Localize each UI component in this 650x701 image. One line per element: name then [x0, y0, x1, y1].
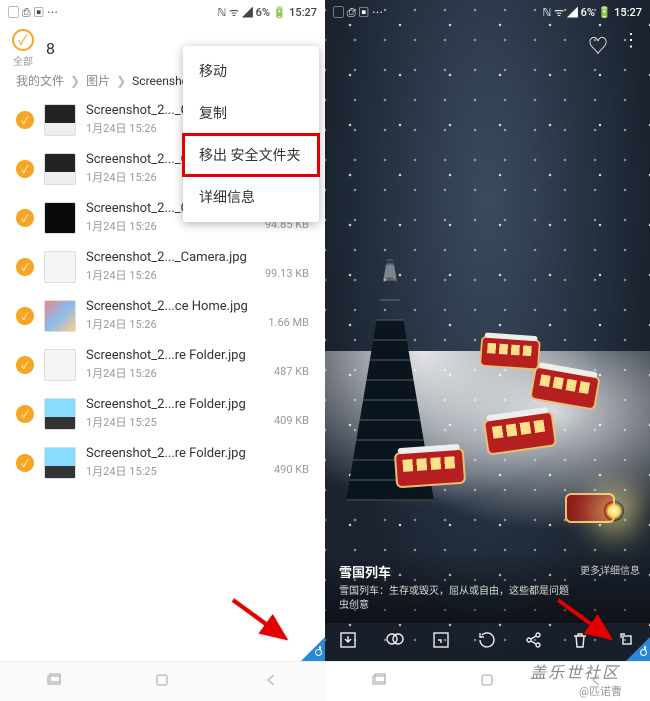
row-checkbox[interactable]: ✓	[16, 258, 34, 276]
navigation-bar	[0, 661, 325, 701]
favorite-icon[interactable]: ♡	[588, 30, 608, 59]
file-info: Screenshot_2...re Folder.jpg 1月24日 15:26 4…	[86, 348, 309, 381]
status-right: ℕ ᯤ ◢ 6% 🔋 15:27	[218, 4, 317, 20]
top-actions: ♡ ⋮	[588, 30, 640, 59]
file-info: Screenshot_2...re Folder.jpg 1月24日 15:25 4…	[86, 446, 309, 479]
file-size: 99.13 KB	[265, 267, 309, 283]
file-row[interactable]: ✓ Screenshot_2...re Folder.jpg 1月24日 15:25…	[0, 389, 325, 438]
select-all-label: 全部	[13, 53, 33, 68]
file-info: Screenshot_2...re Folder.jpg 1月24日 15:25 4…	[86, 397, 309, 430]
menu-move[interactable]: 移动	[183, 50, 319, 92]
home-button[interactable]	[480, 672, 494, 691]
breadcrumb-pictures[interactable]: 图片	[86, 72, 110, 89]
history-icon[interactable]	[477, 630, 497, 654]
recents-button[interactable]	[372, 672, 386, 691]
file-thumbnail	[44, 349, 76, 381]
file-date: 1月24日 15:25	[86, 463, 157, 479]
home-button[interactable]	[155, 672, 169, 691]
file-row[interactable]: ✓ Screenshot_2...re Folder.jpg 1月24日 15:26…	[0, 340, 325, 389]
menu-copy[interactable]: 复制	[183, 92, 319, 134]
file-row[interactable]: ✓ Screenshot_2...ce Home.jpg 1月24日 15:26 1.…	[0, 291, 325, 340]
file-date: 1月24日 15:26	[86, 267, 157, 283]
file-date: 1月24日 15:26	[86, 218, 157, 234]
save-icon[interactable]	[338, 630, 358, 654]
watermark-text: 盖乐世社区	[530, 659, 620, 683]
status-left: ▢ ⎙ ▣ ⋯	[8, 4, 58, 20]
watermark-author: @匹诺曹	[579, 683, 622, 699]
status-left: ▢ ⎙ ▣ ⋯	[333, 4, 383, 20]
share-icon[interactable]	[524, 630, 544, 654]
selected-count: 8	[46, 39, 55, 58]
status-bar: ▢ ⎙ ▣ ⋯ ℕ ᯤ ◢ 6% 🔋 15:27	[325, 0, 650, 24]
left-screenshot: ▢ ⎙ ▣ ⋯ ℕ ᯤ ◢ 6% 🔋 15:27 ✓ 全部 8 我的文件 ❯ 图…	[0, 0, 325, 701]
row-checkbox[interactable]: ✓	[16, 209, 34, 227]
file-date: 1月24日 15:26	[86, 365, 157, 381]
file-date: 1月24日 15:25	[86, 414, 157, 430]
chevron-right-icon: ❯	[116, 74, 126, 88]
row-checkbox[interactable]: ✓	[16, 356, 34, 374]
file-thumbnail	[44, 398, 76, 430]
more-icon[interactable]: ⋮	[622, 30, 640, 59]
file-row[interactable]: ✓ Screenshot_2..._Camera.jpg 1月24日 15:26 99…	[0, 242, 325, 291]
file-info: Screenshot_2...ce Home.jpg 1月24日 15:26 1.6…	[86, 299, 309, 332]
file-size: 487 KB	[274, 365, 309, 381]
file-name: Screenshot_2...re Folder.jpg	[86, 446, 309, 461]
file-name: Screenshot_2..._Camera.jpg	[86, 250, 309, 265]
file-thumbnail	[44, 251, 76, 283]
file-thumbnail	[44, 447, 76, 479]
row-checkbox[interactable]: ✓	[16, 111, 34, 129]
row-checkbox[interactable]: ✓	[16, 307, 34, 325]
file-date: 1月24日 15:26	[86, 120, 157, 136]
filter-icon[interactable]	[385, 630, 405, 654]
file-row[interactable]: ✓ Screenshot_2...re Folder.jpg 1月24日 15:25…	[0, 438, 325, 487]
lock-icon[interactable]	[431, 630, 451, 654]
file-name: Screenshot_2...re Folder.jpg	[86, 348, 309, 363]
context-menu: 移动 复制 移出 安全文件夹 详细信息	[183, 46, 319, 222]
file-date: 1月24日 15:26	[86, 169, 157, 185]
file-size: 409 KB	[274, 414, 309, 430]
file-size: 1.66 MB	[268, 316, 309, 332]
row-checkbox[interactable]: ✓	[16, 454, 34, 472]
menu-move-out-secure[interactable]: 移出 安全文件夹	[183, 134, 319, 176]
back-button[interactable]	[264, 672, 278, 691]
status-right: ℕ ᯤ ◢ 6% 🔋 15:27	[543, 4, 642, 20]
select-all-checkbox[interactable]: ✓	[12, 29, 34, 51]
secure-folder-badge-icon[interactable]	[301, 637, 325, 661]
row-checkbox[interactable]: ✓	[16, 160, 34, 178]
status-bar: ▢ ⎙ ▣ ⋯ ℕ ᯤ ◢ 6% 🔋 15:27	[0, 0, 325, 24]
menu-details[interactable]: 详细信息	[183, 176, 319, 218]
file-size: 490 KB	[274, 463, 309, 479]
file-thumbnail	[44, 300, 76, 332]
breadcrumb-root[interactable]: 我的文件	[16, 72, 64, 89]
secure-folder-badge-icon[interactable]	[626, 637, 650, 661]
file-date: 1月24日 15:26	[86, 316, 157, 332]
breadcrumb-current: Screensho	[132, 74, 188, 88]
chevron-right-icon: ❯	[70, 74, 80, 88]
file-thumbnail	[44, 202, 76, 234]
file-name: Screenshot_2...ce Home.jpg	[86, 299, 309, 314]
file-name: Screenshot_2...re Folder.jpg	[86, 397, 309, 412]
row-checkbox[interactable]: ✓	[16, 405, 34, 423]
right-screenshot: ▢ ⎙ ▣ ⋯ ℕ ᯤ ◢ 6% 🔋 15:27 ♡ ⋮ 更多详细信息 雪国列车…	[325, 0, 650, 701]
annotation-arrow-icon	[552, 594, 622, 653]
recents-button[interactable]	[47, 672, 61, 691]
file-info: Screenshot_2..._Camera.jpg 1月24日 15:26 99.…	[86, 250, 309, 283]
file-thumbnail	[44, 104, 76, 136]
more-info-link[interactable]: 更多详细信息	[580, 562, 640, 577]
annotation-arrow-icon	[227, 594, 297, 653]
file-thumbnail	[44, 153, 76, 185]
